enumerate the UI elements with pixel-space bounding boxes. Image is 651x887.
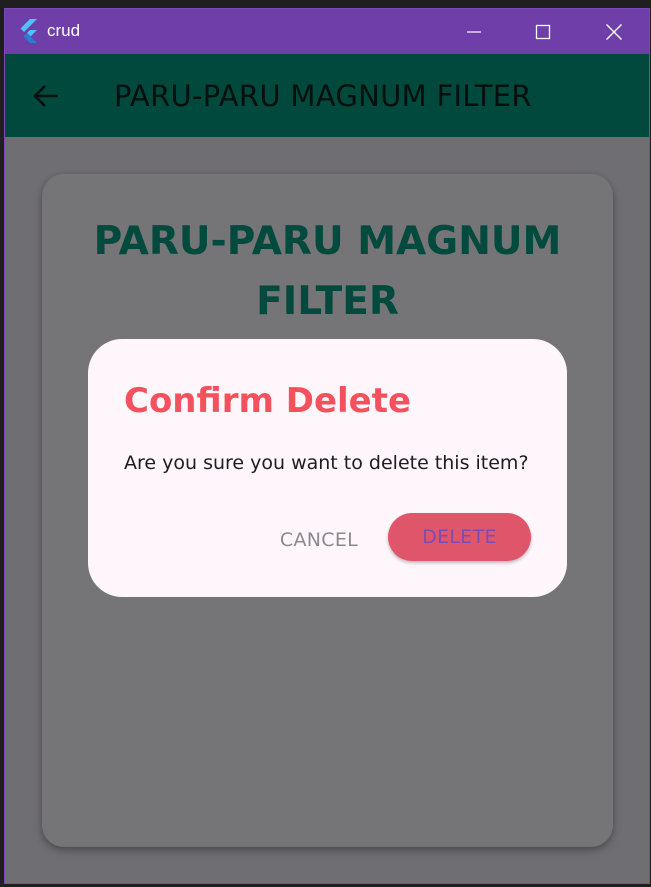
window-title: crud — [47, 21, 81, 40]
minimize-icon — [467, 30, 481, 33]
arrow-left-icon[interactable] — [31, 81, 61, 111]
close-button[interactable] — [590, 9, 638, 54]
flutter-logo-icon — [20, 19, 37, 43]
app-bar: PARU-PARU MAGNUM FILTER — [5, 54, 649, 137]
dialog-title: Confirm Delete — [124, 381, 412, 421]
minimize-button[interactable] — [450, 9, 498, 54]
maximize-icon — [535, 24, 551, 39]
delete-button[interactable]: DELETE — [388, 513, 531, 561]
dialog-message: Are you sure you want to delete this ite… — [124, 452, 529, 474]
appbar-title: PARU-PARU MAGNUM FILTER — [114, 79, 532, 113]
title-bar[interactable]: crud — [5, 9, 649, 54]
confirm-delete-dialog: Confirm Delete Are you sure you want to … — [88, 339, 567, 597]
close-icon — [606, 23, 622, 40]
app-window: crud PARU-PARU MAGNUM FILTER PARU-PARU M… — [4, 8, 650, 884]
cancel-button[interactable]: CANCEL — [266, 522, 372, 558]
card-title: PARU-PARU MAGNUM FILTER — [93, 219, 562, 324]
maximize-button[interactable] — [519, 9, 567, 54]
